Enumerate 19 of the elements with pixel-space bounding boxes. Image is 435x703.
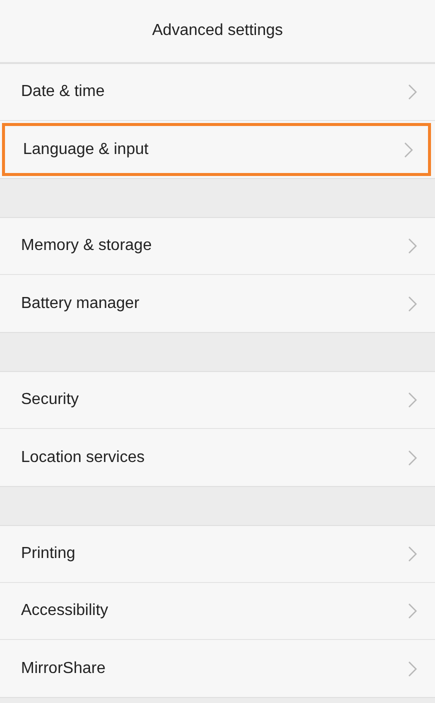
settings-item[interactable]: Accessibility xyxy=(0,583,435,640)
chevron-icon xyxy=(408,84,417,100)
settings-item[interactable]: Battery manager xyxy=(0,275,435,332)
settings-item[interactable]: Date & time xyxy=(0,64,435,121)
chevron-icon xyxy=(408,392,417,408)
chevron-icon xyxy=(408,603,417,619)
chevron-icon xyxy=(408,450,417,466)
settings-item[interactable]: Location services xyxy=(0,429,435,486)
settings-item[interactable]: Language & input xyxy=(2,123,431,176)
chevron-icon xyxy=(404,142,413,158)
settings-item[interactable]: Printing xyxy=(0,526,435,583)
settings-item[interactable]: Memory & storage xyxy=(0,218,435,275)
chevron-icon xyxy=(408,238,417,254)
chevron-icon xyxy=(408,660,417,676)
chevron-icon xyxy=(408,296,417,312)
settings-item[interactable]: Security xyxy=(0,372,435,429)
settings-item[interactable]: MirrorShare xyxy=(0,640,435,697)
page-title: Advanced settings xyxy=(152,22,283,40)
chevron-icon xyxy=(408,546,417,562)
